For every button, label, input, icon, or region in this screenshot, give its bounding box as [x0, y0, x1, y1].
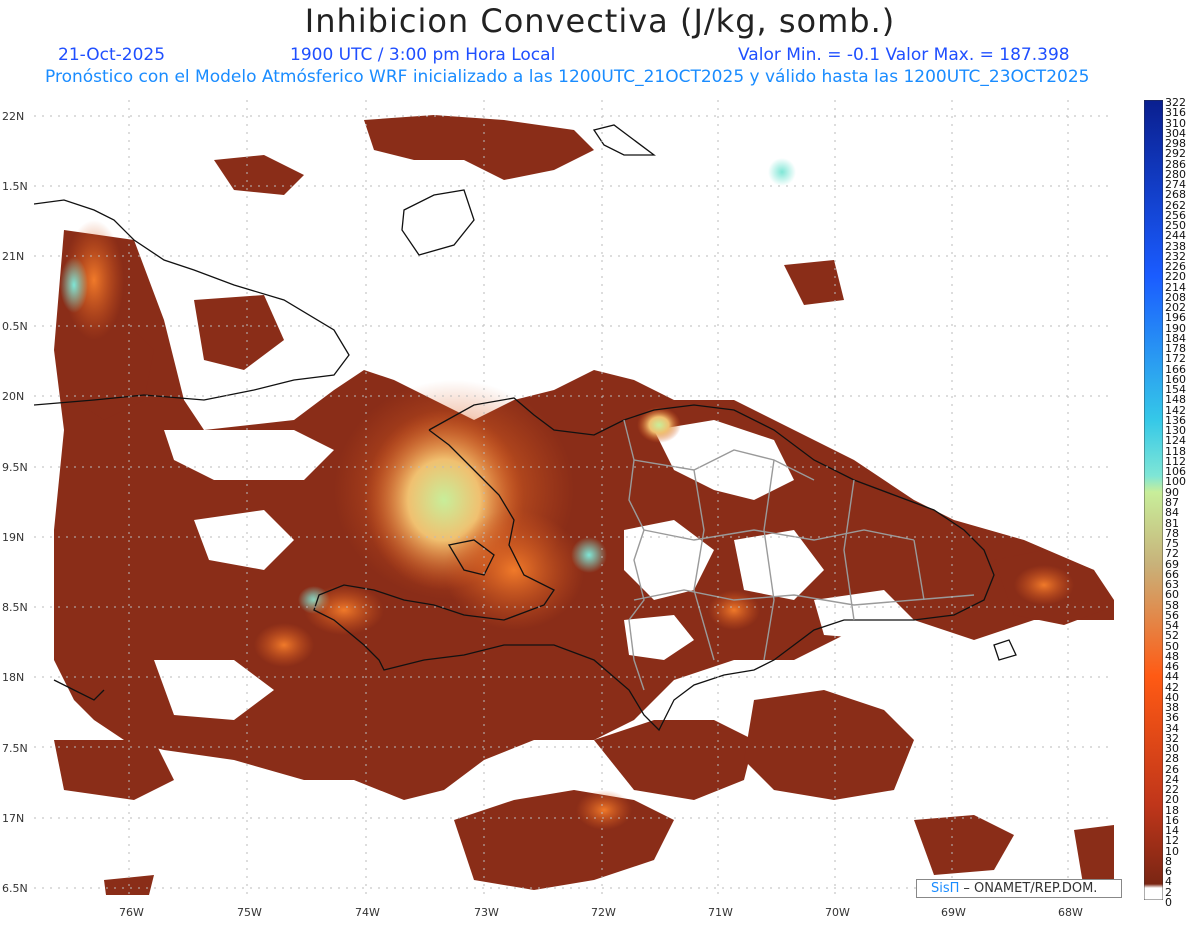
lat-label: 7.5N	[2, 742, 28, 755]
lon-label: 74W	[355, 906, 380, 919]
lat-label: 8.5N	[2, 601, 28, 614]
lon-label: 72W	[591, 906, 616, 919]
lat-label: 18N	[2, 671, 25, 684]
forecast-description: Pronóstico con el Modelo Atmósferico WRF…	[45, 67, 1090, 87]
lon-label: 70W	[825, 906, 850, 919]
lat-label: 19N	[2, 531, 25, 544]
lon-label: 73W	[474, 906, 499, 919]
lon-label: 71W	[708, 906, 733, 919]
colorbar-label: 0	[1165, 896, 1172, 909]
lon-label: 76W	[119, 906, 144, 919]
forecast-date: 21-Oct-2025	[58, 45, 166, 65]
credit-box: SisΠ – ONAMET/REP.DOM.	[916, 879, 1122, 898]
lat-label: 17N	[2, 812, 25, 825]
lon-label: 75W	[237, 906, 262, 919]
forecast-time: 1900 UTC / 3:00 pm Hora Local	[290, 45, 556, 65]
lat-label: 1.5N	[2, 180, 28, 193]
credit-text: – ONAMET/REP.DOM.	[963, 881, 1098, 896]
credit-brand: SisΠ	[931, 881, 960, 896]
lat-label: 6.5N	[2, 882, 28, 895]
lat-label: 9.5N	[2, 461, 28, 474]
lat-label: 0.5N	[2, 320, 28, 333]
cin-shading	[54, 115, 1114, 895]
lon-label: 68W	[1058, 906, 1083, 919]
lat-label: 22N	[2, 110, 25, 123]
min-max-values: Valor Min. = -0.1 Valor Max. = 187.398	[738, 45, 1070, 65]
lat-label: 21N	[2, 250, 25, 263]
lat-label: 20N	[2, 390, 25, 403]
map-title: Inhibicion Convectiva (J/kg, somb.)	[304, 2, 896, 40]
lon-label: 69W	[941, 906, 966, 919]
colorbar	[1144, 100, 1163, 900]
cin-map	[34, 100, 1114, 900]
